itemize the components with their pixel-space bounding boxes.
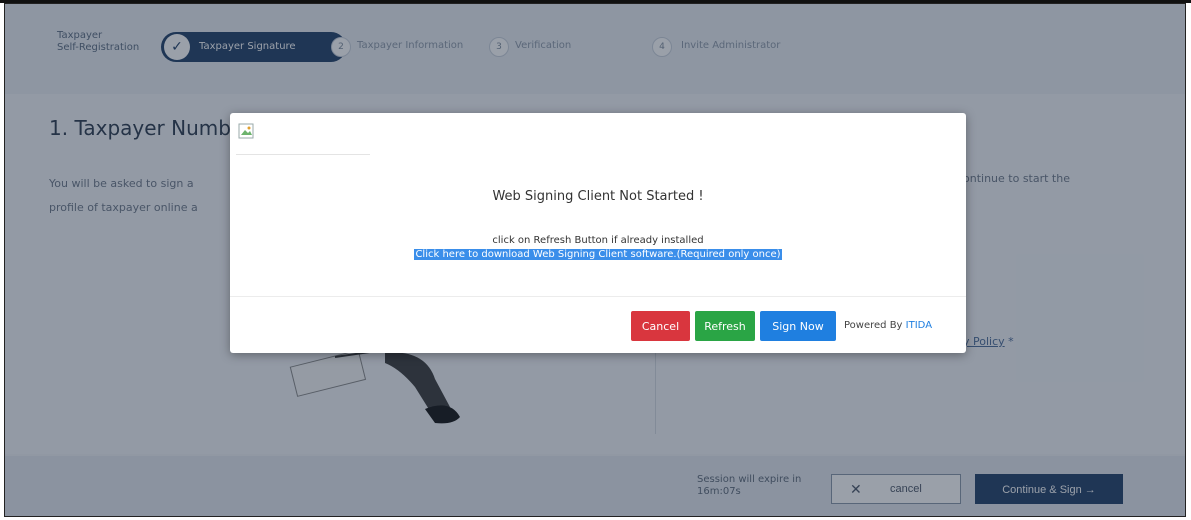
dialog-title: Web Signing Client Not Started ! [492, 189, 704, 204]
powered-by-prefix: Powered By [844, 320, 906, 331]
download-client-link[interactable]: Click here to download Web Signing Clien… [414, 249, 782, 260]
itida-brand: ITIDA [905, 320, 933, 331]
cancel-button[interactable]: Cancel [631, 311, 690, 341]
sign-now-button[interactable]: Sign Now [760, 311, 836, 341]
dialog-subtitle: click on Refresh Button if already insta… [492, 235, 704, 246]
powered-by: Powered By ITIDA [844, 320, 932, 331]
logo-divider [236, 154, 370, 155]
app-window: Taxpayer Self-Registration ✓ Taxpayer Si… [4, 3, 1186, 517]
broken-image-icon [238, 123, 254, 139]
signing-client-dialog: Web Signing Client Not Started ! click o… [230, 113, 966, 353]
refresh-button[interactable]: Refresh [695, 311, 755, 341]
dialog-footer-divider [230, 296, 966, 297]
